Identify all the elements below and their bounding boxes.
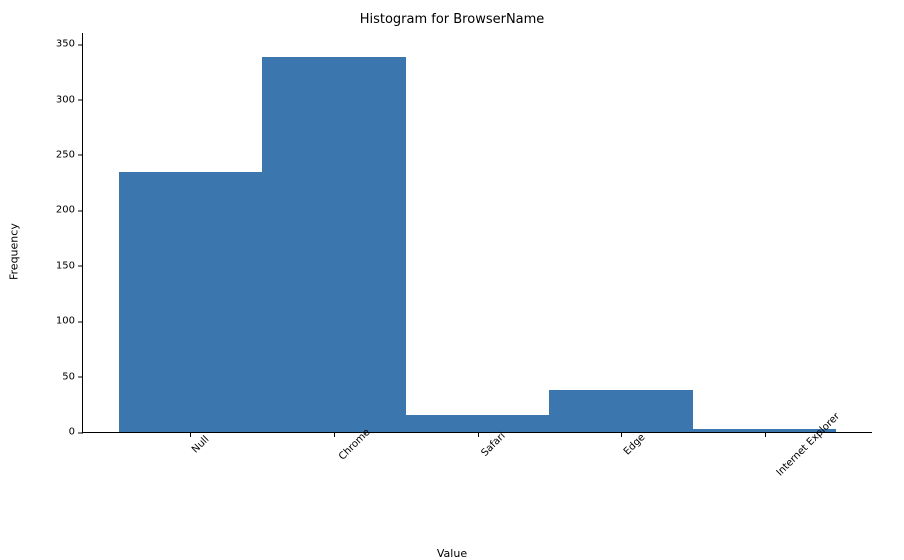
x-axis-label: Value <box>0 547 904 560</box>
plot-area: 0 50 100 150 200 250 300 350 Null Chrome… <box>82 33 872 433</box>
y-tick: 50 <box>62 371 83 382</box>
bar-safari <box>406 415 550 432</box>
x-tick-label: Null <box>190 434 211 455</box>
y-tick: 0 <box>69 427 83 438</box>
chart-container: Histogram for BrowserName Frequency 0 50… <box>0 0 904 560</box>
chart-title: Histogram for BrowserName <box>0 12 904 27</box>
y-tick: 300 <box>56 94 83 105</box>
x-tick-label: Edge <box>622 432 648 458</box>
y-tick: 200 <box>56 205 83 216</box>
x-tick-mark <box>478 432 479 437</box>
y-tick: 150 <box>56 260 83 271</box>
x-tick-mark <box>765 432 766 437</box>
bar-chrome <box>262 57 406 432</box>
x-tick-mark <box>190 432 191 437</box>
y-tick: 250 <box>56 149 83 160</box>
x-tick-label: Internet Explorer <box>774 411 842 479</box>
bar-null <box>119 172 263 432</box>
y-axis-label: Frequency <box>8 223 21 280</box>
y-tick: 100 <box>56 316 83 327</box>
x-tick-mark <box>334 432 335 437</box>
x-tick-label: Safari <box>479 431 507 459</box>
y-tick: 350 <box>56 39 83 50</box>
x-tick-label: Chrome <box>337 427 373 463</box>
x-tick-mark <box>621 432 622 437</box>
bar-edge <box>549 390 693 432</box>
